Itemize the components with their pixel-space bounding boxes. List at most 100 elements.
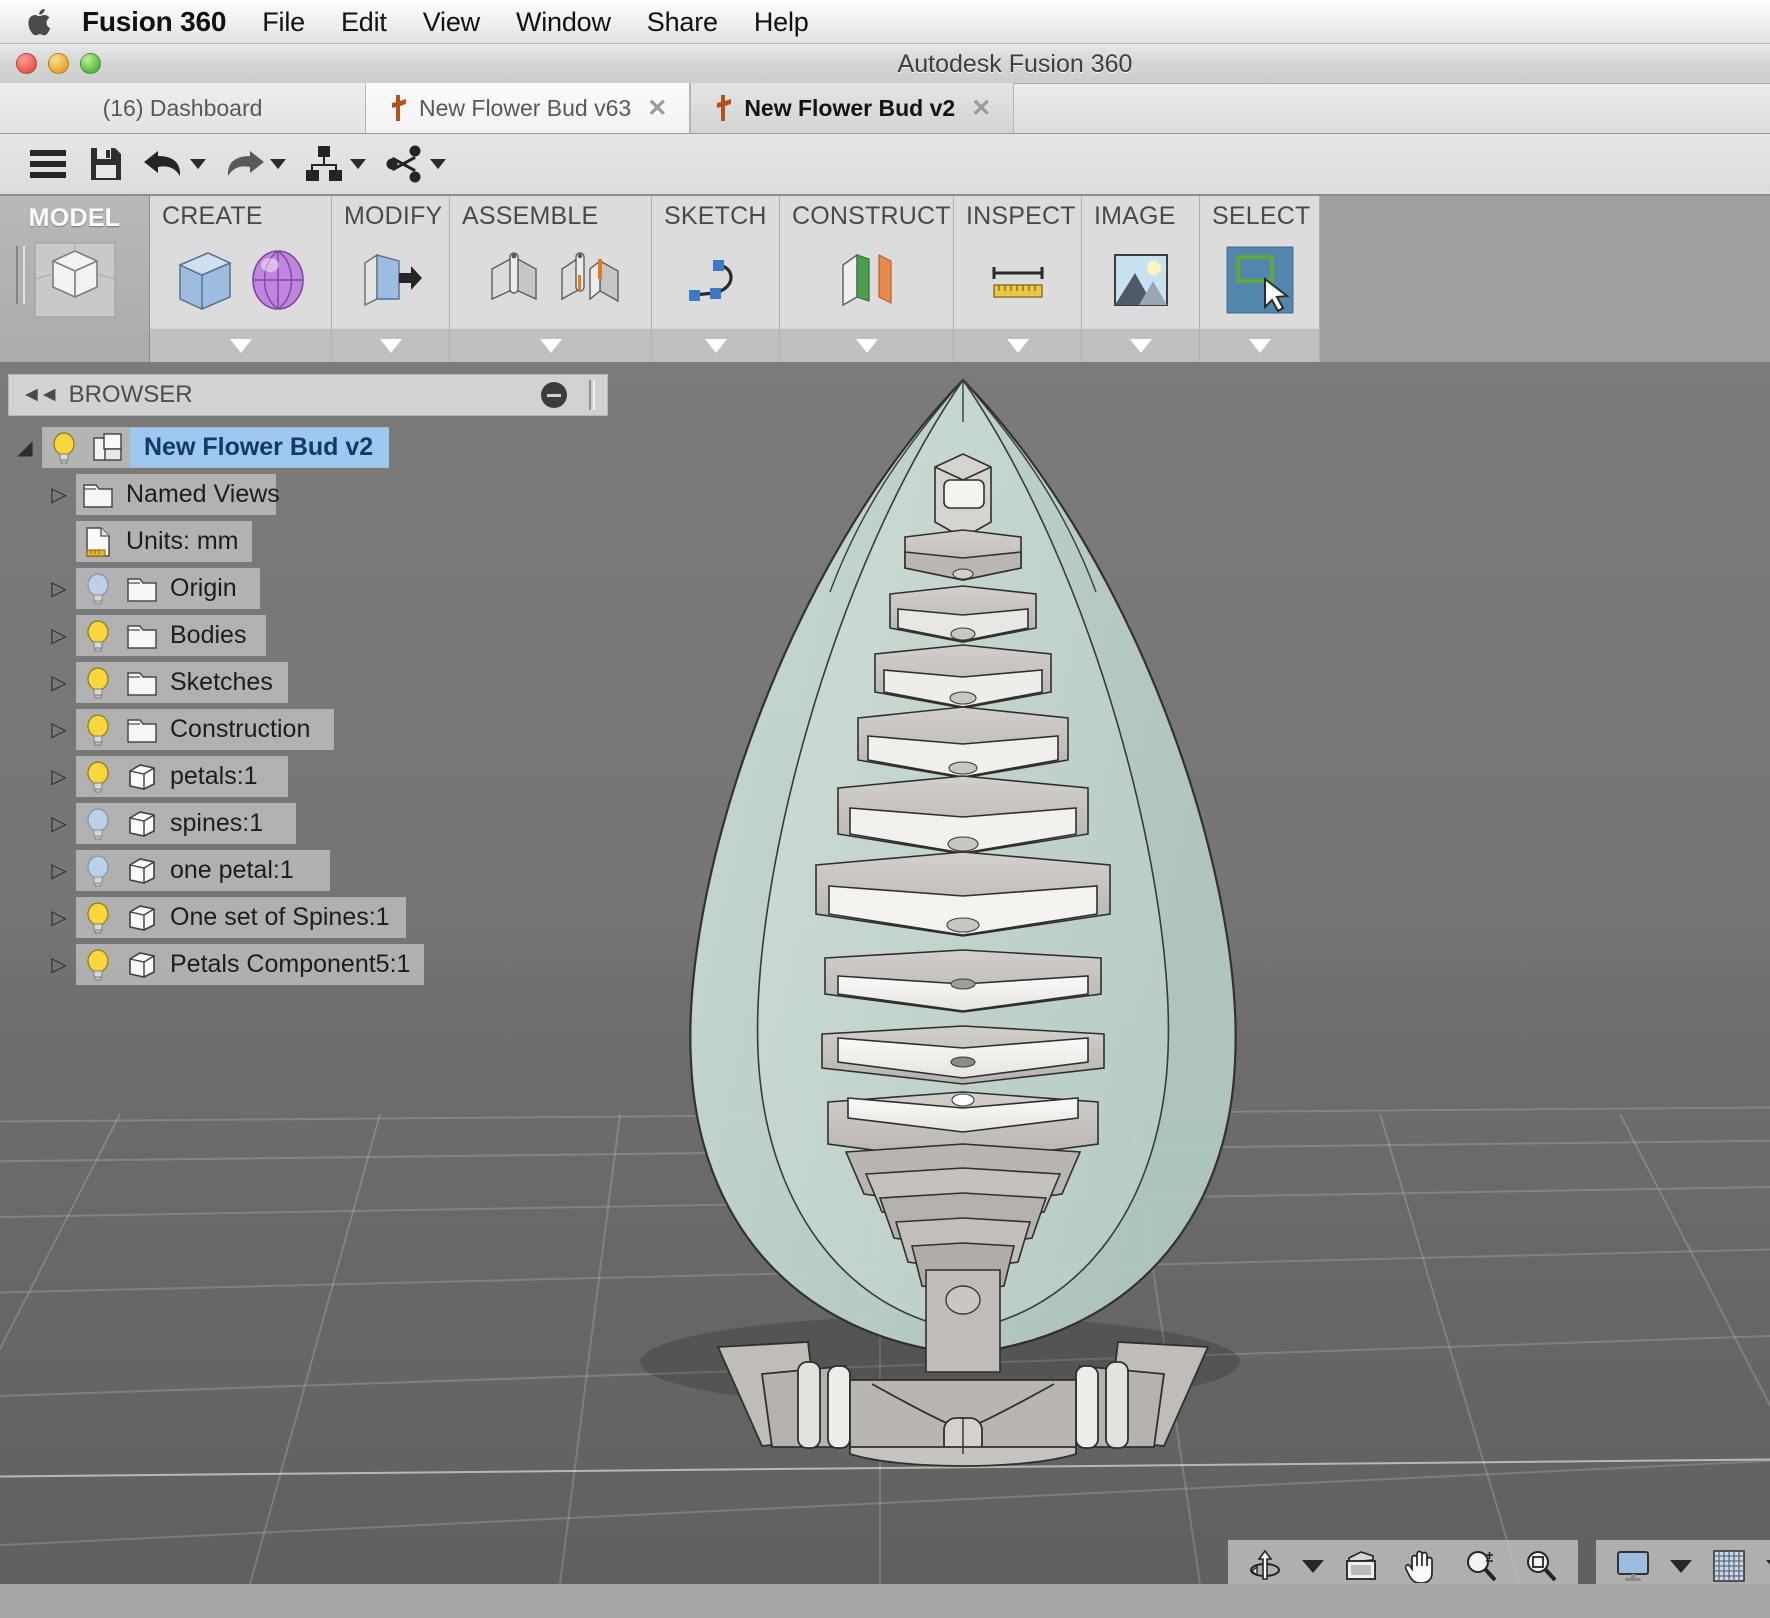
grid-dropdown-caret-icon[interactable] [1766, 1559, 1770, 1573]
tree-item-spines-1[interactable]: spines:1 [76, 803, 296, 844]
panel-overflow-create[interactable] [150, 328, 331, 362]
twisty-collapsed-icon[interactable]: ▷ [42, 717, 76, 742]
pan-hand-icon[interactable] [1398, 1544, 1444, 1588]
panel-resize-grip[interactable] [589, 380, 595, 410]
twisty-collapsed-icon[interactable]: ▷ [42, 811, 76, 836]
tree-item-construction[interactable]: Construction [76, 709, 334, 750]
inspect-measure-ruler-icon[interactable] [986, 247, 1050, 313]
tree-row-petals-component5-1[interactable]: ▷ Petals Component5:1 [8, 941, 628, 988]
tree-item-petals-1[interactable]: petals:1 [76, 756, 288, 797]
org-chart-icon[interactable] [298, 140, 350, 188]
visibility-bulb-icon[interactable] [76, 572, 120, 606]
tree-row-units[interactable]: Units: mm [8, 518, 628, 565]
twisty-collapsed-icon[interactable]: ▷ [42, 764, 76, 789]
display-dropdown-caret-icon[interactable] [1670, 1559, 1692, 1573]
create-box-icon[interactable] [172, 247, 236, 313]
tree-row-construction[interactable]: ▷ Construction [8, 706, 628, 753]
panel-overflow-sketch[interactable] [652, 328, 779, 362]
visibility-bulb-icon[interactable] [76, 948, 120, 982]
panel-overflow-select[interactable] [1200, 328, 1319, 362]
panel-overflow-modify[interactable] [332, 328, 449, 362]
visibility-bulb-icon[interactable] [76, 854, 120, 888]
tree-item-bodies[interactable]: Bodies [76, 615, 266, 656]
tree-item-one-set-of-spines-1[interactable]: One set of Spines:1 [76, 897, 406, 938]
grid-snaps-icon[interactable] [1706, 1544, 1752, 1588]
share-nodes-icon[interactable] [378, 140, 430, 188]
look-at-camera-icon[interactable] [1338, 1544, 1384, 1588]
display-monitor-icon[interactable] [1610, 1544, 1656, 1588]
tree-item-petals-component5-1[interactable]: Petals Component5:1 [76, 944, 424, 985]
twisty-collapsed-icon[interactable]: ▷ [42, 576, 76, 601]
panel-overflow-construct[interactable] [780, 328, 953, 362]
menu-item-file[interactable]: File [244, 0, 323, 44]
select-window-cursor-icon[interactable] [1225, 245, 1295, 315]
panel-overflow-image[interactable] [1082, 328, 1199, 362]
tree-item-sketches[interactable]: Sketches [76, 662, 288, 703]
twisty-collapsed-icon[interactable]: ▷ [42, 858, 76, 883]
redo-arrow-icon[interactable] [218, 140, 270, 188]
redo-dropdown-caret-icon[interactable] [270, 159, 286, 169]
tree-item-named-views[interactable]: Named Views [76, 474, 280, 515]
image-canvas-icon[interactable] [1109, 247, 1173, 313]
panel-overflow-inspect[interactable] [954, 328, 1081, 362]
tree-row-one-petal-1[interactable]: ▷ one petal:1 [8, 847, 628, 894]
tree-row-origin[interactable]: ▷ Origin [8, 565, 628, 612]
modify-press-pull-icon[interactable] [359, 247, 423, 313]
assemble-as-built-joint-icon[interactable] [556, 247, 620, 313]
tab-close-icon[interactable]: ✕ [647, 94, 667, 123]
visibility-bulb-icon[interactable] [76, 713, 120, 747]
tree-item-origin[interactable]: Origin [76, 568, 260, 609]
twisty-collapsed-icon[interactable]: ▷ [42, 482, 76, 507]
visibility-bulb-icon[interactable] [76, 619, 120, 653]
apple-logo-icon[interactable] [26, 5, 56, 39]
tree-item-one-petal-1[interactable]: one petal:1 [76, 850, 330, 891]
twisty-collapsed-icon[interactable]: ▷ [42, 670, 76, 695]
tree-row-one-set-of-spines-1[interactable]: ▷ One set of Spines:1 [8, 894, 628, 941]
orbit-icon[interactable] [1242, 1544, 1288, 1588]
tree-item-new-flower-bud-v2[interactable]: New Flower Bud v2 [42, 427, 390, 468]
floppy-disk-icon[interactable] [80, 140, 132, 188]
assemble-joint-icon[interactable] [482, 247, 546, 313]
collapse-left-icon[interactable]: ◄◄ [21, 383, 60, 407]
visibility-bulb-icon[interactable] [42, 431, 86, 465]
create-sculpt-sphere-icon[interactable] [246, 247, 310, 313]
menu-item-edit[interactable]: Edit [323, 0, 405, 44]
hierarchy-dropdown-caret-icon[interactable] [350, 159, 366, 169]
hamburger-icon[interactable] [22, 140, 74, 188]
minimize-circle-icon[interactable] [541, 382, 567, 408]
tab-new-flower-bud-v63[interactable]: New Flower Bud v63 ✕ [366, 83, 691, 133]
tree-row-root[interactable]: ◢ New Flower Bud v2 [8, 424, 628, 471]
tree-row-bodies[interactable]: ▷ Bodies [8, 612, 628, 659]
tree-row-sketches[interactable]: ▷ Sketches [8, 659, 628, 706]
tree-row-petals-1[interactable]: ▷ petals:1 [8, 753, 628, 800]
undo-dropdown-caret-icon[interactable] [190, 159, 206, 169]
menu-item-view[interactable]: View [405, 0, 498, 44]
visibility-bulb-icon[interactable] [76, 760, 120, 794]
sketch-spline-icon[interactable] [684, 247, 748, 313]
tab-dashboard[interactable]: (16) Dashboard [0, 83, 366, 133]
visibility-bulb-icon[interactable] [76, 901, 120, 935]
twisty-collapsed-icon[interactable]: ▷ [42, 952, 76, 977]
zoom-magnifier-icon[interactable] [1458, 1544, 1504, 1588]
zoom-fit-icon[interactable] [1518, 1544, 1564, 1588]
tab-close-icon[interactable]: ✕ [971, 94, 991, 123]
share-dropdown-caret-icon[interactable] [430, 159, 446, 169]
menu-item-help[interactable]: Help [736, 0, 827, 44]
construct-plane-icon[interactable] [835, 247, 899, 313]
twisty-collapsed-icon[interactable]: ▷ [42, 623, 76, 648]
tree-row-spines-1[interactable]: ▷ spines:1 [8, 800, 628, 847]
tab-new-flower-bud-v2[interactable]: New Flower Bud v2 ✕ [690, 83, 1015, 133]
menu-item-fusion-360[interactable]: Fusion 360 [78, 0, 244, 44]
twisty-expanded-icon[interactable]: ◢ [8, 435, 42, 460]
tree-row-named-views[interactable]: ▷ Named Views [8, 471, 628, 518]
menu-item-window[interactable]: Window [498, 0, 629, 44]
undo-arrow-icon[interactable] [138, 140, 190, 188]
menu-item-share[interactable]: Share [629, 0, 736, 44]
tree-item-units[interactable]: Units: mm [76, 521, 252, 562]
workspace-switcher-model[interactable]: MODEL [0, 196, 150, 362]
orbit-dropdown-caret-icon[interactable] [1302, 1559, 1324, 1573]
twisty-collapsed-icon[interactable]: ▷ [42, 905, 76, 930]
panel-overflow-assemble[interactable] [450, 328, 651, 362]
visibility-bulb-icon[interactable] [76, 666, 120, 700]
visibility-bulb-icon[interactable] [76, 807, 120, 841]
